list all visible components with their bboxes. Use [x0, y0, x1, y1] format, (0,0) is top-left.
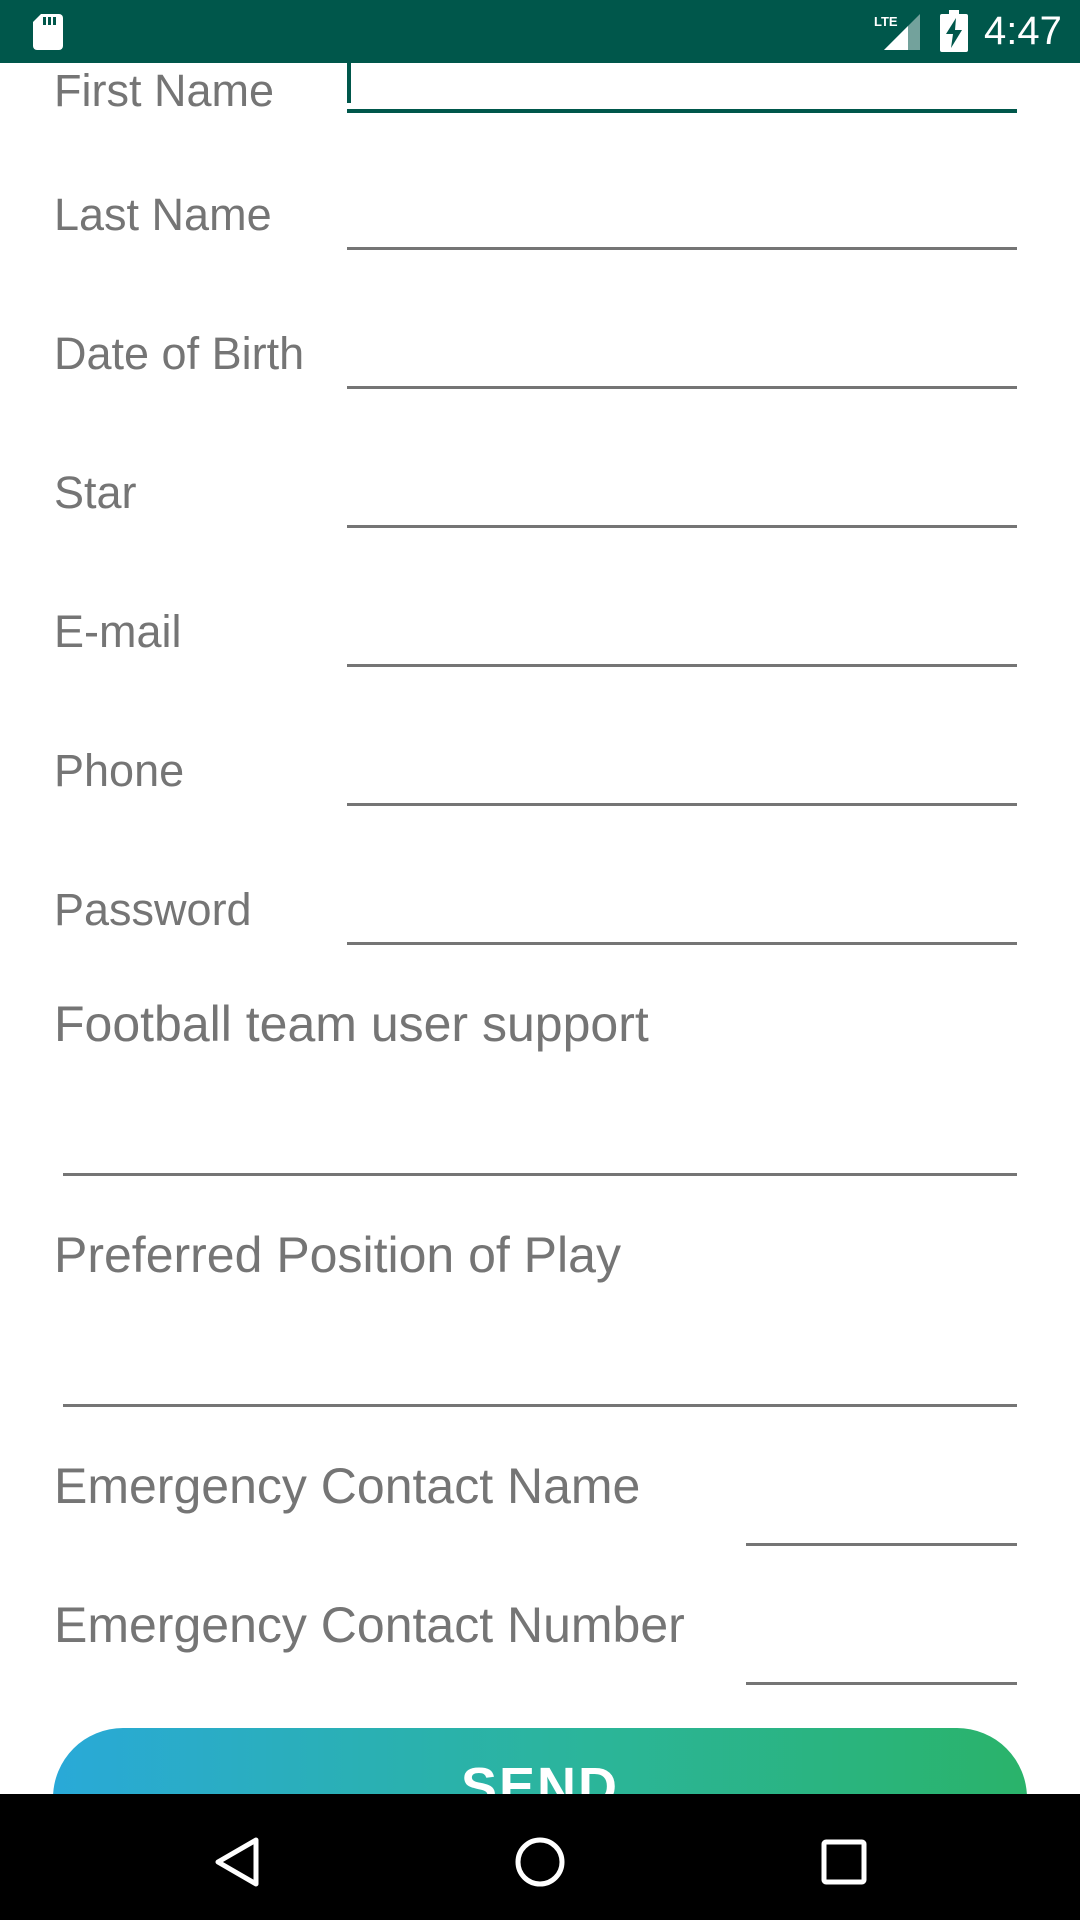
status-bar: LTE 4:47: [0, 0, 1080, 63]
sd-card-icon: [33, 14, 63, 50]
email-label: E-mail: [54, 606, 182, 657]
last-name-label: Last Name: [54, 189, 272, 240]
team-support-underline: [63, 1173, 1017, 1176]
emergency-contact-name-field[interactable]: [746, 1463, 1017, 1519]
battery-charging-icon: [940, 10, 968, 52]
emergency-contact-name-underline: [746, 1543, 1017, 1546]
text-cursor: [347, 63, 351, 103]
date-of-birth-field[interactable]: [347, 326, 1017, 382]
star-label: Star: [54, 467, 137, 518]
email-field[interactable]: [347, 604, 1017, 660]
preferred-position-underline: [63, 1404, 1017, 1407]
emergency-contact-number-label: Emergency Contact Number: [54, 1597, 685, 1653]
emergency-contact-number-field[interactable]: [746, 1602, 1017, 1658]
clock: 4:47: [984, 9, 1062, 53]
preferred-position-field[interactable]: [63, 1329, 1017, 1385]
send-button[interactable]: SEND: [53, 1728, 1027, 1794]
star-field[interactable]: [347, 465, 1017, 521]
last-name-field[interactable]: [347, 187, 1017, 243]
phone-label: Phone: [54, 745, 185, 796]
phone-underline: [347, 803, 1017, 806]
registration-form: First Name Last Name Date of Birth Star …: [0, 63, 1080, 1794]
send-button-label: SEND: [460, 1757, 620, 1794]
password-underline: [347, 942, 1017, 945]
navigation-bar: [0, 1794, 1080, 1920]
star-underline: [347, 525, 1017, 528]
first-name-label: First Name: [54, 65, 275, 116]
lte-signal-icon: LTE: [874, 14, 920, 50]
lte-label: LTE: [874, 14, 898, 29]
recents-icon[interactable]: [804, 1822, 884, 1902]
emergency-contact-name-label: Emergency Contact Name: [54, 1458, 641, 1514]
team-support-label: Football team user support: [54, 996, 649, 1052]
first-name-underline: [347, 109, 1017, 113]
emergency-contact-number-underline: [746, 1682, 1017, 1685]
email-underline: [347, 664, 1017, 667]
home-icon[interactable]: [500, 1822, 580, 1902]
date-of-birth-label: Date of Birth: [54, 328, 305, 379]
team-support-field[interactable]: [63, 1098, 1017, 1154]
password-field[interactable]: [347, 882, 1017, 938]
password-label: Password: [54, 884, 252, 935]
back-icon[interactable]: [196, 1822, 276, 1902]
last-name-underline: [347, 247, 1017, 250]
date-of-birth-underline: [347, 386, 1017, 389]
phone-field[interactable]: [347, 743, 1017, 799]
preferred-position-label: Preferred Position of Play: [54, 1227, 621, 1283]
